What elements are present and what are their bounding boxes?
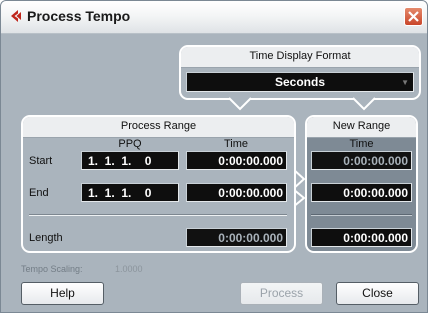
- process-tempo-dialog: Process Tempo Time Display Format Second…: [0, 0, 428, 313]
- new-length-time-field[interactable]: 0:00:00.000: [311, 228, 412, 247]
- tempo-scaling-value: 1.0000: [115, 264, 143, 274]
- new-start-time-field: 0:00:00.000: [311, 151, 412, 170]
- start-label: Start: [29, 155, 53, 167]
- new-range-divider: [311, 214, 412, 216]
- process-range-header: Process Range: [23, 117, 294, 138]
- new-range-time-column-header: Time: [349, 138, 374, 150]
- length-time-field: 0:00:00.000: [186, 228, 287, 247]
- divider: [29, 214, 287, 216]
- new-range-panel: New Range Time 0:00:00.000 0:00:00.000 0…: [305, 115, 418, 253]
- process-range-panel: Process Range PPQ Time Start 1. 1. 1. 0 …: [21, 115, 296, 253]
- close-button[interactable]: Close: [336, 282, 419, 305]
- new-end-time-field[interactable]: 0:00:00.000: [311, 183, 412, 202]
- new-range-header: New Range: [307, 117, 416, 138]
- end-time-field[interactable]: 0:00:00.000: [186, 183, 287, 202]
- start-time-field[interactable]: 0:00:00.000: [186, 151, 287, 170]
- tempo-scaling-label: Tempo Scaling:: [21, 264, 83, 274]
- process-button[interactable]: Process: [240, 282, 323, 305]
- time-column-header: Time: [223, 138, 249, 150]
- end-ppq-field[interactable]: 1. 1. 1. 0: [81, 183, 179, 202]
- length-label: Length: [29, 232, 63, 244]
- ppq-column-header: PPQ: [118, 138, 142, 150]
- help-button[interactable]: Help: [21, 282, 104, 305]
- start-ppq-field[interactable]: 1. 1. 1. 0: [81, 151, 179, 170]
- end-label: End: [29, 187, 49, 199]
